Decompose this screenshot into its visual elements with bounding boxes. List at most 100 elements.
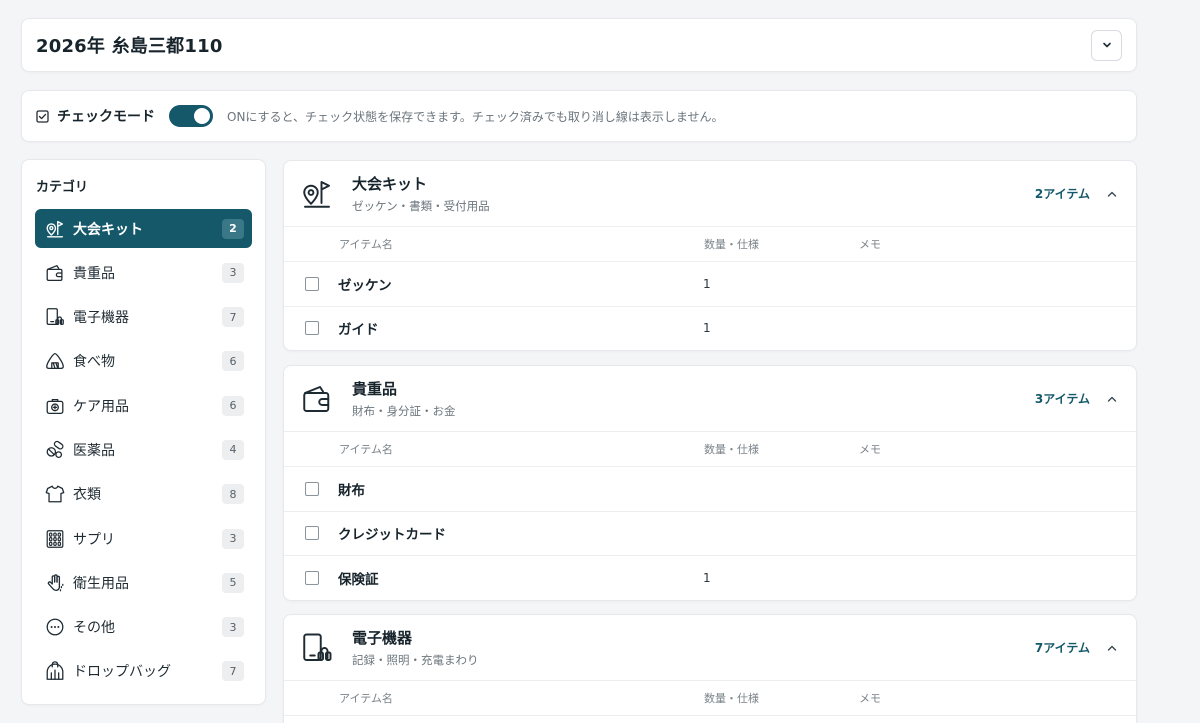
- item-checkbox[interactable]: [305, 526, 319, 541]
- sidebar-item-electronics[interactable]: 電子機器 7: [35, 298, 252, 337]
- section-item-count: 7アイテム: [1034, 641, 1090, 655]
- page-header: 2026年 糸島三都110: [21, 18, 1137, 72]
- table-row: クレジットカード: [284, 510, 1136, 556]
- sidebar-item-label: 衣類: [73, 487, 101, 504]
- item-checkbox[interactable]: [305, 570, 319, 585]
- table-row: 保険証 1: [284, 555, 1136, 600]
- table-header: アイテム名 数量・仕様 メモ: [284, 226, 1136, 261]
- page-title: 2026年 糸島三都110: [36, 36, 223, 57]
- devices-icon: [43, 305, 67, 329]
- bag-icon: [43, 659, 67, 683]
- wallet-icon: [43, 261, 67, 285]
- table-header: アイテム名 数量・仕様 メモ: [284, 431, 1136, 466]
- tshirt-icon: [43, 482, 67, 506]
- sidebar-item-supplements[interactable]: サプリ 3: [35, 519, 252, 558]
- section-header[interactable]: 電子機器 記録・照明・充電まわり 7アイテム: [284, 615, 1136, 680]
- sidebar-item-count: 3: [222, 617, 244, 638]
- pills-icon: [43, 438, 67, 462]
- map-pin-flag-icon: [43, 217, 67, 241]
- item-checkbox[interactable]: [305, 321, 319, 336]
- section-subtitle: ゼッケン・書類・受付用品: [352, 199, 490, 213]
- column-header-qty: 数量・仕様: [704, 692, 759, 705]
- item-checkbox[interactable]: [305, 481, 319, 496]
- section-title: 大会キット: [352, 175, 428, 193]
- column-header-name: アイテム名: [339, 238, 393, 251]
- sidebar-item-label: 医薬品: [73, 442, 115, 459]
- section-titles: 大会キット ゼッケン・書類・受付用品: [352, 173, 1035, 214]
- sidebar-item-label: サプリ: [73, 531, 115, 548]
- sidebar-item-food[interactable]: 食べ物 6: [35, 342, 252, 381]
- sidebar-item-label: ドロップバッグ: [73, 664, 171, 681]
- section-electronics: 電子機器 記録・照明・充電まわり 7アイテム アイテム名 数量・仕様 メモ: [283, 614, 1137, 723]
- item-name: 財布: [338, 482, 365, 499]
- sidebar-item-others[interactable]: その他 3: [35, 608, 252, 647]
- column-header-name: アイテム名: [339, 443, 393, 456]
- column-header-memo: メモ: [859, 238, 881, 251]
- column-header-qty: 数量・仕様: [704, 238, 759, 251]
- sidebar-item-medicine[interactable]: 医薬品 4: [35, 430, 252, 469]
- sidebar-item-label: その他: [73, 620, 115, 637]
- sidebar-item-label: 衛生用品: [73, 575, 129, 592]
- check-mode-label: チェックモード: [36, 106, 155, 126]
- section-valuables: 貴重品 財布・身分証・お金 3アイテム アイテム名 数量・仕様 メモ 財布 クレ…: [283, 365, 1137, 601]
- chevron-up-icon[interactable]: [1104, 640, 1120, 656]
- sidebar-item-clothes[interactable]: 衣類 8: [35, 475, 252, 514]
- section-titles: 電子機器 記録・照明・充電まわり: [352, 627, 1035, 668]
- sidebar-item-count: 6: [222, 395, 244, 416]
- sidebar-item-valuables[interactable]: 貴重品 3: [35, 253, 252, 292]
- toggle-knob: [194, 108, 210, 124]
- section-race-kit: 大会キット ゼッケン・書類・受付用品 2アイテム アイテム名 数量・仕様 メモ …: [283, 160, 1137, 351]
- section-item-count: 3アイテム: [1034, 392, 1090, 406]
- sidebar-title: カテゴリ: [36, 180, 89, 195]
- section-header[interactable]: 貴重品 財布・身分証・お金 3アイテム: [284, 366, 1136, 431]
- section-title: 電子機器: [352, 629, 413, 647]
- table-row: [284, 715, 1136, 723]
- table-row: 財布: [284, 466, 1136, 511]
- sidebar-item-count: 4: [222, 439, 244, 460]
- column-header-memo: メモ: [859, 692, 881, 705]
- check-mode-hint: ONにすると、チェック状態を保存できます。チェック済みでも取り消し線は表示しませ…: [227, 109, 724, 124]
- item-qty: 1: [703, 570, 711, 585]
- sidebar-item-label: 大会キット: [73, 221, 143, 238]
- sidebar-item-count: 7: [222, 307, 244, 328]
- sidebar-item-race-kit[interactable]: 大会キット 2: [35, 209, 252, 248]
- item-name: 保険証: [338, 571, 379, 588]
- sidebar-item-count: 8: [222, 484, 244, 505]
- section-titles: 貴重品 財布・身分証・お金: [352, 378, 1035, 419]
- devices-icon: [298, 629, 336, 667]
- sidebar-item-label: ケア用品: [73, 398, 129, 415]
- table-row: ガイド 1: [284, 305, 1136, 351]
- sidebar-item-count: 2: [222, 218, 244, 239]
- sidebar-item-count: 3: [222, 528, 244, 549]
- map-pin-flag-icon: [298, 175, 336, 213]
- checkbox-checked-icon: [36, 109, 49, 123]
- sidebar-item-drop-bag[interactable]: ドロップバッグ 7: [35, 652, 252, 691]
- chevron-down-icon: [1102, 42, 1111, 48]
- sidebar-item-label: 貴重品: [73, 265, 115, 282]
- item-name: ゼッケン: [338, 277, 392, 294]
- item-name: ガイド: [338, 322, 379, 339]
- chevron-up-icon[interactable]: [1104, 391, 1120, 407]
- sidebar-item-care[interactable]: ケア用品 6: [35, 386, 252, 425]
- table-row: ゼッケン 1: [284, 261, 1136, 306]
- sidebar-item-count: 3: [222, 262, 244, 283]
- section-subtitle: 財布・身分証・お金: [352, 404, 456, 418]
- sidebar-item-hygiene[interactable]: 衛生用品 5: [35, 563, 252, 602]
- supplement-pack-icon: [43, 527, 67, 551]
- item-qty: 1: [703, 321, 711, 336]
- section-header[interactable]: 大会キット ゼッケン・書類・受付用品 2アイテム: [284, 161, 1136, 226]
- check-mode-text: チェックモード: [57, 109, 155, 125]
- item-checkbox[interactable]: [305, 276, 319, 291]
- rice-ball-icon: [43, 349, 67, 373]
- item-name: クレジットカード: [338, 527, 446, 544]
- sidebar-item-count: 7: [222, 661, 244, 682]
- item-qty: 1: [703, 276, 711, 291]
- section-title: 貴重品: [352, 380, 398, 398]
- sidebar-item-label: 食べ物: [73, 354, 115, 371]
- check-mode-toggle[interactable]: [169, 105, 213, 127]
- column-header-memo: メモ: [859, 443, 881, 456]
- column-header-qty: 数量・仕様: [704, 443, 759, 456]
- category-list: 大会キット 2 貴重品 3 電子機器 7 食べ物 6 ケア用品 6 医薬品 4 …: [35, 209, 252, 691]
- collapse-button[interactable]: [1091, 29, 1122, 61]
- chevron-up-icon[interactable]: [1104, 186, 1120, 202]
